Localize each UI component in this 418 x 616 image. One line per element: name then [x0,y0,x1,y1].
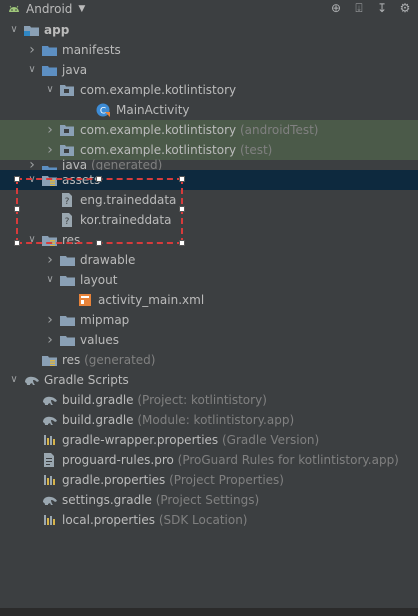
gradle-elephant-icon [42,493,57,507]
tree-node-hint: (test) [236,143,273,157]
tree-node[interactable]: ∨ layout [0,270,418,290]
chevron-right-icon[interactable]: › [44,330,56,350]
chevron-down-icon[interactable]: ∨ [26,60,38,80]
tree-node[interactable]: › mipmap [0,310,418,330]
project-view-toolbar: Android ▼ ⊕ ⍗ ↧ ⚙ [0,0,418,18]
tree-node-label: mipmap [80,313,130,327]
tree-node[interactable]: › drawable [0,250,418,270]
tree-node-label: app [44,23,70,37]
tree-node-label: proguard-rules.pro (ProGuard Rules for k… [62,453,399,467]
chevron-down-icon[interactable]: ▼ [78,4,85,14]
chevron-down-icon[interactable]: ∨ [44,80,56,100]
tree-node-hint: (generated) [80,353,156,367]
properties-file-icon [42,513,56,527]
collapse-all-icon[interactable]: ⍗ [352,1,366,15]
tree-node-label: manifests [62,43,121,57]
tree-node-hint: (Project Properties) [165,473,284,487]
tree-node[interactable]: gradle-wrapper.properties (Gradle Versio… [0,430,418,450]
tree-node-hint: (Module: kotlintistory.app) [133,413,295,427]
chevron-right-icon[interactable]: › [26,40,38,60]
resource-folder-icon [42,353,57,367]
source-folder-icon [42,63,57,77]
expand-icon[interactable]: ↧ [375,1,389,15]
tree-node[interactable]: › com.example.kotlintistory (androidTest) [0,120,418,140]
tree-node-label: java (generated) [62,158,163,172]
gear-icon[interactable]: ⚙ [398,1,412,15]
tree-node-label: com.example.kotlintistory (test) [80,143,273,157]
tree-node[interactable]: gradle.properties (Project Properties) [0,470,418,490]
chevron-down-icon[interactable]: ∨ [8,370,20,390]
tree-node-label: settings.gradle (Project Settings) [62,493,260,507]
tree-node-hint: (Project Settings) [151,493,260,507]
tree-node-label: gradle.properties (Project Properties) [62,473,284,487]
chevron-right-icon[interactable]: › [44,140,56,160]
android-icon [9,5,19,12]
folder-icon [60,253,75,267]
annotation-highlight-box [14,176,185,246]
view-selector-label[interactable]: Android [26,2,72,16]
tree-node-hint: (ProGuard Rules for kotlintistory.app) [173,453,399,467]
package-icon [60,83,74,97]
tree-node[interactable]: build.gradle (Project: kotlintistory) [0,390,418,410]
tree-node[interactable]: C MainActivity [0,100,418,120]
gradle-elephant-icon [42,413,57,427]
chevron-down-icon[interactable]: ∨ [8,20,20,40]
module-folder-icon [24,23,39,37]
tree-node[interactable]: ∨ app [0,20,418,40]
tree-node-label: java [62,63,88,77]
folder-icon [60,313,75,327]
tree-node-label: gradle-wrapper.properties (Gradle Versio… [62,433,320,447]
text-file-icon [42,453,56,467]
tree-node-hint: (Project: kotlintistory) [133,393,267,407]
source-folder-icon [42,43,57,57]
chevron-down-icon[interactable]: ∨ [44,270,56,290]
package-icon [60,123,74,137]
tree-node[interactable]: › com.example.kotlintistory (test) [0,140,418,160]
tree-node-label: com.example.kotlintistory [80,83,237,97]
tree-node-label: com.example.kotlintistory (androidTest) [80,123,319,137]
tree-node-label: build.gradle (Module: kotlintistory.app) [62,413,295,427]
tree-node-label: Gradle Scripts [44,373,129,387]
tree-node-label: values [80,333,120,347]
tree-node-label: layout [80,273,118,287]
properties-file-icon [42,473,56,487]
chevron-right-icon[interactable]: › [44,310,56,330]
tree-node-label: activity_main.xml [98,293,205,307]
folder-icon [60,333,75,347]
tree-node[interactable]: activity_main.xml [0,290,418,310]
tree-node[interactable]: › manifests [0,40,418,60]
kotlin-class-icon: C [96,103,110,117]
panel-bottom-edge [0,608,418,616]
folder-icon [60,273,75,287]
package-icon [60,143,74,157]
project-tree: ∨ app › manifests ∨ java ∨ com.example.kotlinti… [0,20,418,530]
layout-xml-icon [78,293,92,307]
tree-node-hint: (Gradle Version) [218,433,320,447]
locate-icon[interactable]: ⊕ [329,1,343,15]
tree-node-label: build.gradle (Project: kotlintistory) [62,393,267,407]
tree-node[interactable]: res (generated) [0,350,418,370]
tree-node-label: local.properties (SDK Location) [62,513,248,527]
tree-node-hint: (SDK Location) [155,513,248,527]
tree-node[interactable]: ∨ java [0,60,418,80]
tree-node-hint: (androidTest) [236,123,319,137]
tree-node-label: MainActivity [116,103,190,117]
tree-node-label: res (generated) [62,353,156,367]
gradle-elephant-icon [42,393,57,407]
tree-node[interactable]: › java (generated) [0,158,418,176]
tree-node[interactable]: local.properties (SDK Location) [0,510,418,530]
tree-node[interactable]: › values [0,330,418,350]
properties-file-icon [42,433,56,447]
tree-node[interactable]: proguard-rules.pro (ProGuard Rules for k… [0,450,418,470]
tree-node[interactable]: settings.gradle (Project Settings) [0,490,418,510]
chevron-right-icon[interactable]: › [44,250,56,270]
gradle-elephant-icon [24,373,39,387]
tree-node[interactable]: build.gradle (Module: kotlintistory.app) [0,410,418,430]
tree-node[interactable]: ∨ com.example.kotlintistory [0,80,418,100]
chevron-right-icon[interactable]: › [44,120,56,140]
tree-node[interactable]: ∨ Gradle Scripts [0,370,418,390]
svg-text:C: C [100,107,106,117]
tree-node-label: drawable [80,253,136,267]
